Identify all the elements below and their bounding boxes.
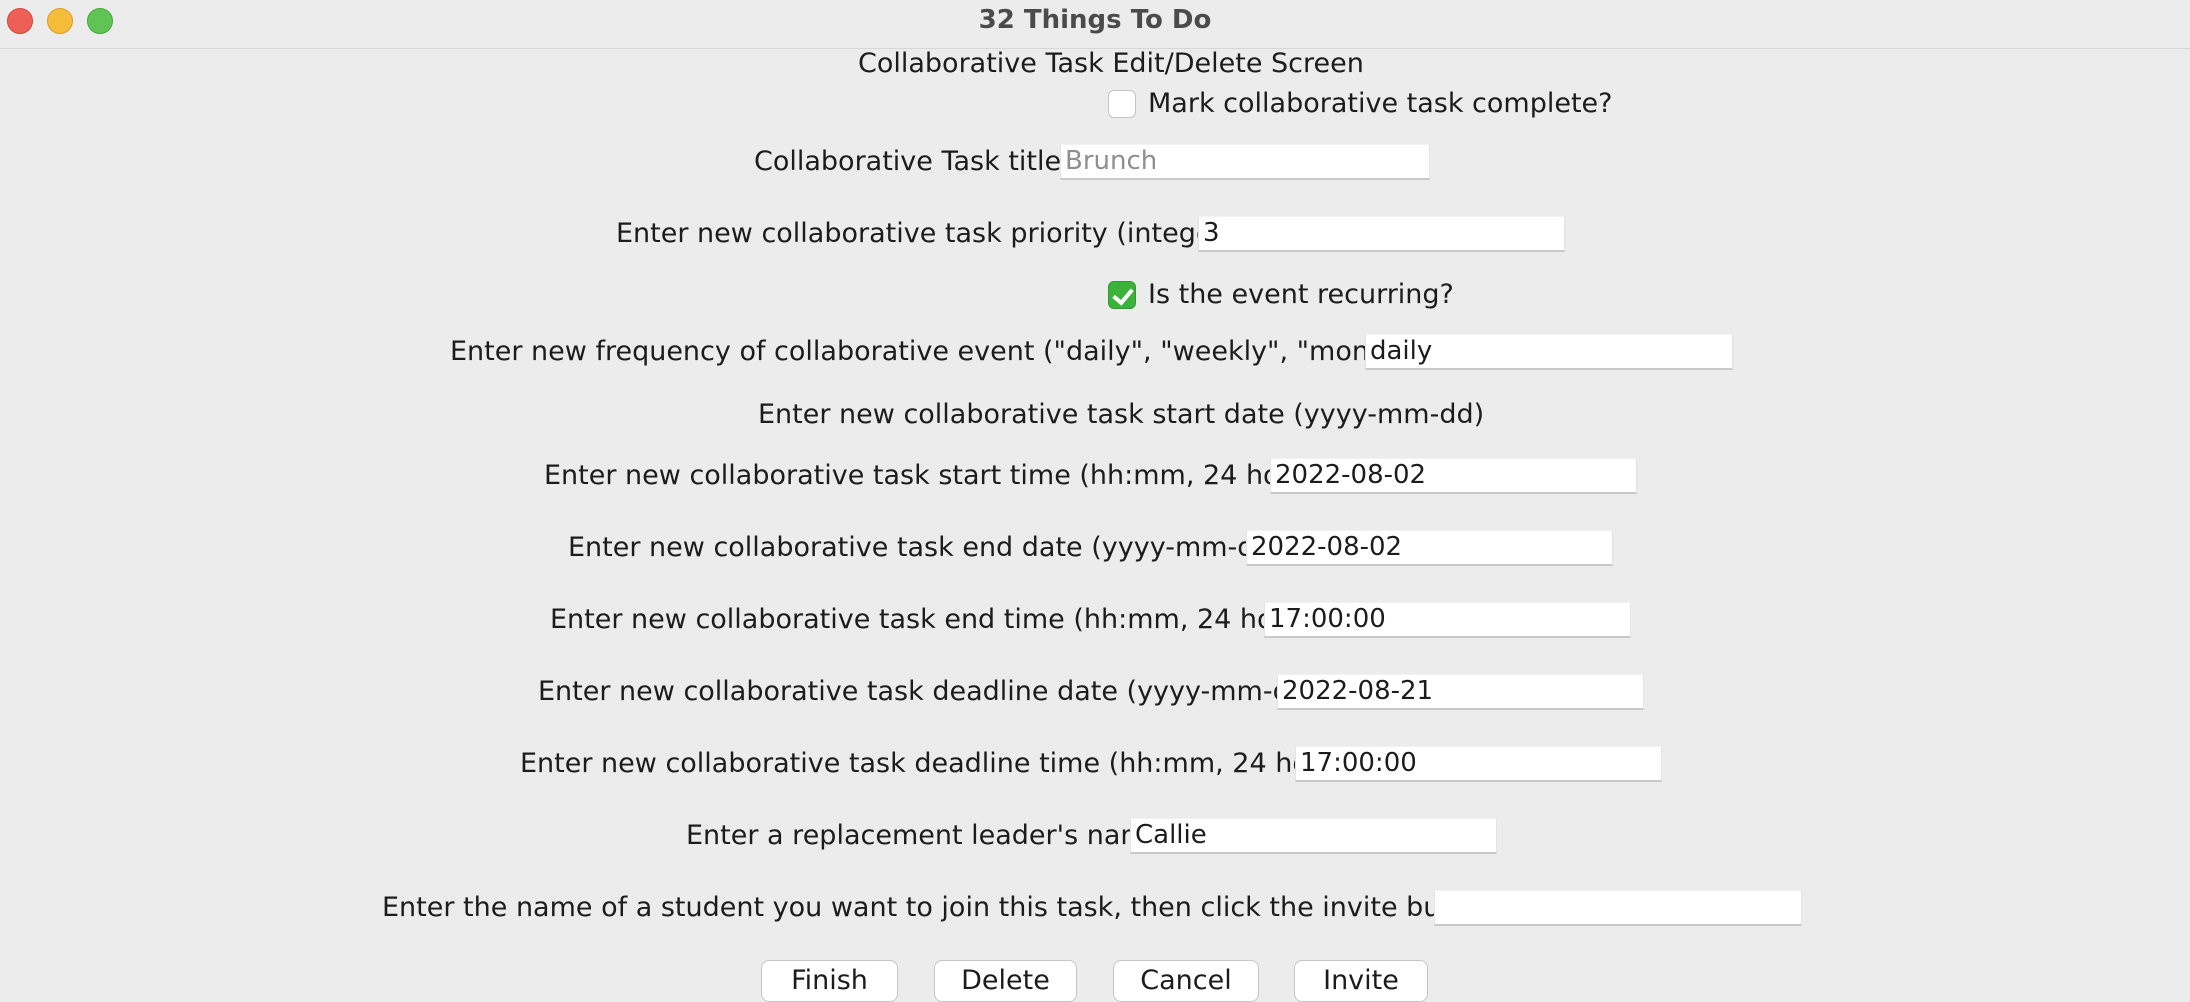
invite-student-field[interactable] [1434, 890, 1802, 926]
priority-label: Enter new collaborative task priority (i… [616, 218, 1235, 249]
deadline-date-label: Enter new collaborative task deadline da… [538, 676, 1318, 707]
finish-button[interactable]: Finish [761, 960, 898, 1002]
cancel-button[interactable]: Cancel [1113, 960, 1259, 1002]
deadline-date-field[interactable]: 2022-08-21 [1277, 674, 1644, 710]
start-time-label: Enter new collaborative task start time … [544, 460, 1319, 491]
deadline-time-field[interactable]: 17:00:00 [1295, 746, 1662, 782]
title-field[interactable]: Brunch [1060, 144, 1430, 180]
start-date-label: Enter new collaborative task start date … [758, 399, 1485, 430]
start-time-field[interactable]: 2022-08-02 [1270, 458, 1637, 494]
checkmark-icon [1112, 283, 1134, 306]
complete-checkbox-label: Mark collaborative task complete? [1148, 88, 1613, 119]
recurring-checkbox-label: Is the event recurring? [1148, 279, 1454, 310]
end-date-field[interactable]: 2022-08-02 [1246, 530, 1613, 566]
frequency-label: Enter new frequency of collaborative eve… [450, 336, 1444, 367]
complete-checkbox[interactable] [1108, 90, 1136, 118]
frequency-field[interactable]: daily [1365, 334, 1733, 370]
title-label: Collaborative Task title [754, 146, 1062, 177]
end-date-label: Enter new collaborative task end date (y… [568, 532, 1283, 563]
invite-button[interactable]: Invite [1294, 960, 1428, 1002]
end-time-field[interactable]: 17:00:00 [1264, 602, 1631, 638]
end-time-label: Enter new collaborative task end time (h… [550, 604, 1313, 635]
invite-label: Enter the name of a student you want to … [382, 892, 1496, 923]
priority-field[interactable]: 3 [1198, 216, 1565, 252]
title-bar: 32 Things To Do [0, 0, 2190, 49]
window-title: 32 Things To Do [978, 5, 1212, 35]
leader-label: Enter a replacement leader's name [686, 820, 1164, 851]
recurring-checkbox[interactable] [1108, 281, 1136, 309]
deadline-time-label: Enter new collaborative task deadline ti… [520, 748, 1348, 779]
leader-field[interactable]: Callie [1130, 818, 1497, 854]
form-heading: Collaborative Task Edit/Delete Screen [858, 48, 1364, 79]
delete-button[interactable]: Delete [934, 960, 1077, 1002]
